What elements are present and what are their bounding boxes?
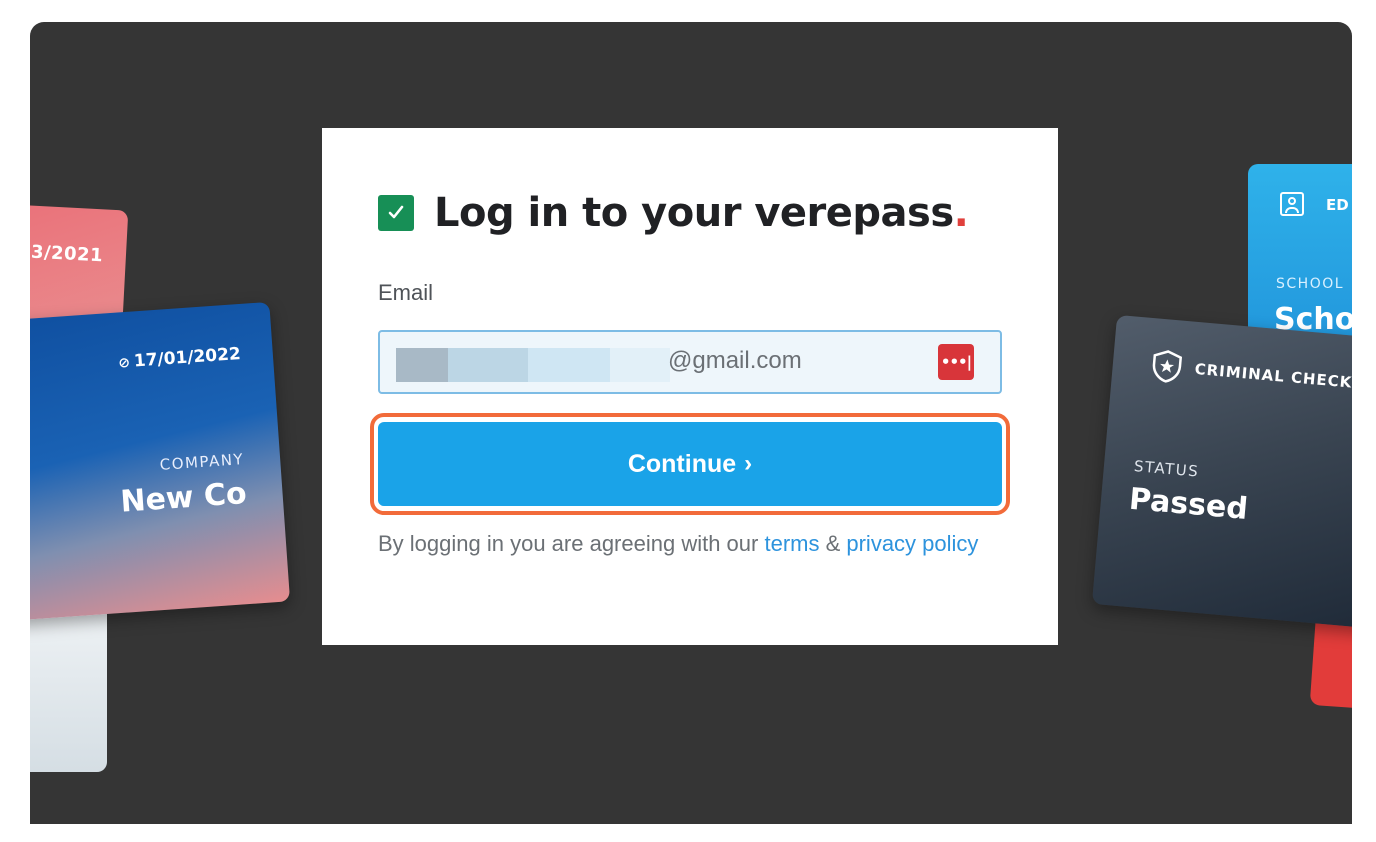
continue-button[interactable]: Continue ›: [378, 422, 1002, 506]
education-card-caption: SCHOOL: [1276, 276, 1345, 292]
redacted-email-block: [610, 348, 670, 382]
company-card-caption: COMPANY: [159, 450, 245, 474]
background-stage: 3/2021 ⊘ 17/01/2022 COMPANY New Co ED SCH…: [30, 22, 1352, 824]
title-dot: .: [953, 190, 969, 236]
email-label: Email: [378, 280, 434, 305]
checkmark-icon: [388, 205, 404, 219]
terms-text: By logging in you are agreeing with our …: [378, 528, 998, 560]
company-credential-card: ⊘ 17/01/2022 COMPANY New Co: [30, 301, 291, 623]
page-title: Log in to your verepass: [434, 190, 954, 236]
shield-star-icon: [1152, 350, 1183, 383]
redacted-email-block: [528, 348, 610, 382]
terms-prefix: By logging in you are agreeing with our: [378, 531, 765, 556]
password-manager-icon[interactable]: •••|: [938, 344, 974, 380]
login-panel: Log in to your verepass. Email @gmail.co…: [322, 128, 1058, 645]
criminal-card-title: CRIMINAL CHECK: [1193, 359, 1352, 392]
login-heading: Log in to your verepass.: [378, 190, 969, 236]
verepass-check-icon: [378, 195, 414, 231]
company-card-date-row: ⊘ 17/01/2022: [118, 344, 242, 373]
company-card-value: New Co: [119, 475, 248, 520]
email-field[interactable]: @gmail.com •••|: [378, 330, 1002, 394]
privacy-policy-link[interactable]: privacy policy: [846, 531, 978, 556]
id-badge-icon: [1280, 192, 1304, 216]
red-card-date: 3/2021: [30, 241, 104, 267]
terms-ampersand: &: [819, 531, 847, 556]
terms-link[interactable]: terms: [764, 531, 819, 556]
redacted-email-block: [448, 348, 528, 382]
chevron-right-icon: ›: [744, 450, 753, 477]
criminal-check-card: CRIMINAL CHECK STATUS Passed: [1091, 314, 1352, 630]
criminal-card-value: Passed: [1127, 481, 1250, 527]
continue-label: Continue: [627, 449, 737, 478]
company-card-date: 17/01/2022: [133, 344, 242, 372]
criminal-card-caption: STATUS: [1133, 456, 1200, 481]
clock-icon: ⊘: [117, 354, 131, 372]
education-card-header: ED: [1326, 196, 1349, 214]
email-value: @gmail.com: [668, 347, 802, 374]
redacted-email-block: [396, 348, 448, 382]
